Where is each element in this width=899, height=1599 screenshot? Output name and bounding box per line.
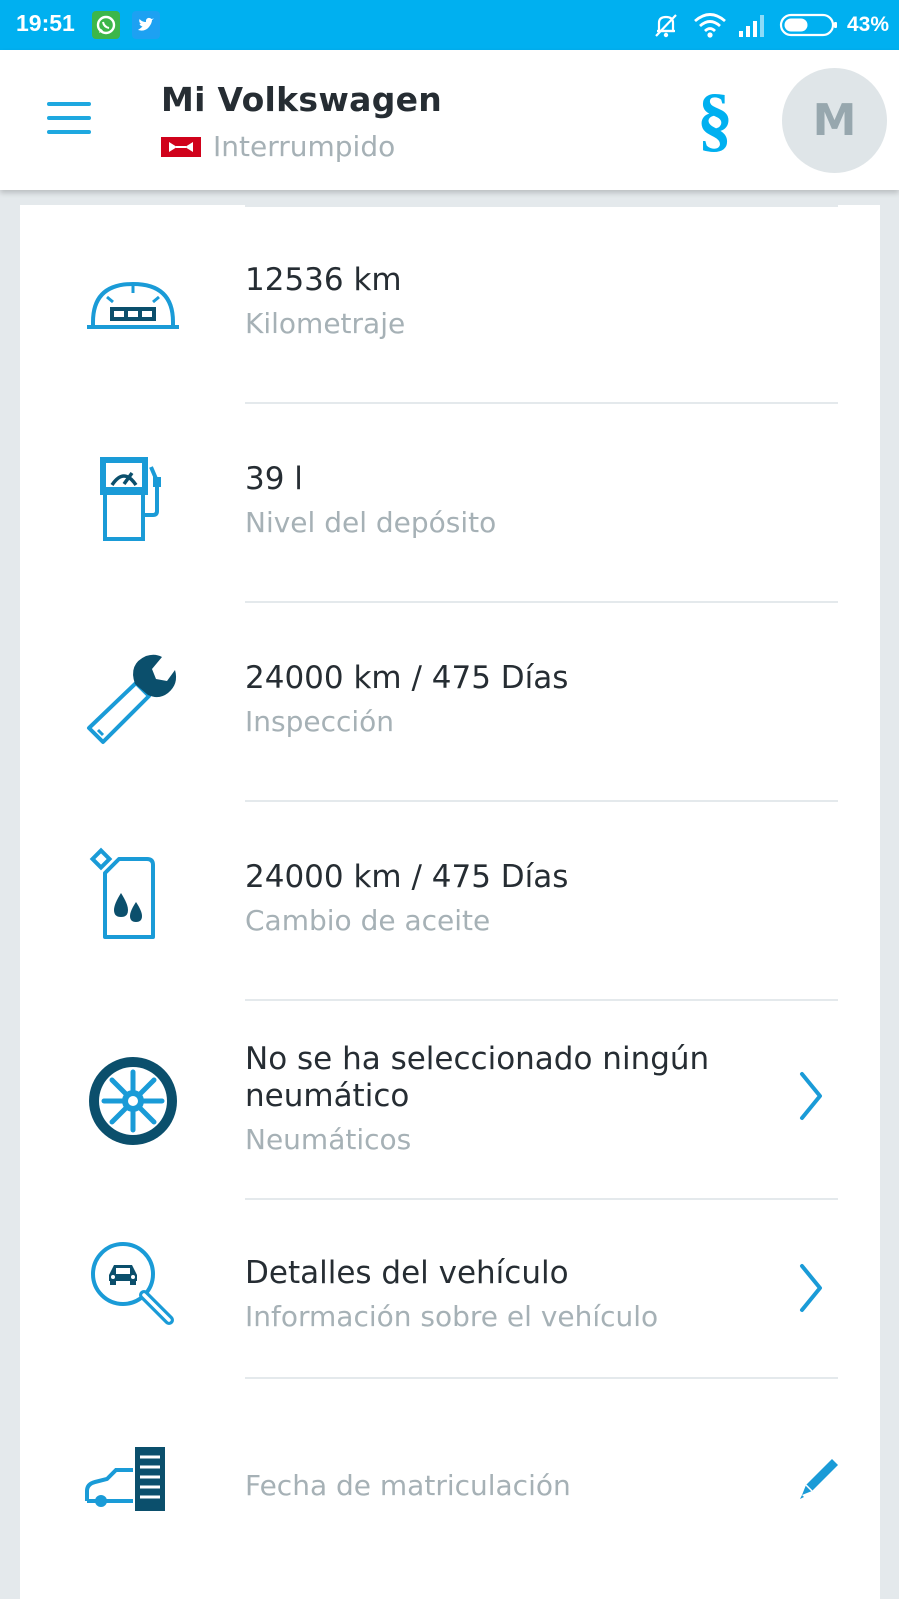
battery-icon (779, 13, 837, 37)
divider (245, 1377, 838, 1379)
list-item-text: Fecha de matriculación (245, 1461, 765, 1506)
vehicle-details-label: Información sobre el vehículo (245, 1300, 659, 1333)
connection-status: Interrumpido (161, 130, 395, 163)
battery-percent: 43% (846, 13, 889, 36)
menu-button[interactable] (44, 102, 94, 138)
list-item-text: 24000 km / 475 Días Cambio de aceite (245, 859, 765, 941)
legal-button[interactable]: § (690, 74, 740, 164)
whatsapp-icon (92, 11, 120, 39)
oil-change-label: Cambio de aceite (245, 904, 491, 937)
odometer-icon (83, 260, 183, 360)
list-item-vehicle-details[interactable]: Detalles del vehículo Información sobre … (20, 1200, 880, 1399)
inspection-label: Inspección (245, 705, 395, 738)
vehicle-status-card: 12536 km Kilometraje 39 l Nivel del depó… (20, 205, 880, 1599)
vehicle-details-value: Detalles del vehículo (245, 1255, 569, 1291)
twitter-icon (132, 11, 160, 39)
registration-icon (83, 1427, 183, 1527)
chevron-right-icon[interactable] (790, 1066, 830, 1126)
app-bar: Mi Volkswagen Interrumpido § M (0, 50, 899, 190)
list-item-text: No se ha seleccionado ningún neumático N… (245, 1041, 765, 1160)
vehicle-search-icon (83, 1234, 183, 1334)
list-item-text: 39 l Nivel del depósito (245, 461, 765, 543)
status-bar: 19:51 43% (0, 0, 899, 50)
hamburger-icon-line (47, 130, 91, 134)
list-item-oil-change: 24000 km / 475 Días Cambio de aceite (20, 802, 880, 1001)
fuel-pump-icon (83, 449, 183, 549)
mileage-label: Kilometraje (245, 307, 406, 340)
inspection-value: 24000 km / 475 Días (245, 660, 569, 696)
list-item-registration-date[interactable]: Fecha de matriculación (20, 1399, 880, 1598)
list-item-text: 12536 km Kilometraje (245, 262, 765, 344)
list-item-tires[interactable]: No se ha seleccionado ningún neumático N… (20, 1001, 880, 1200)
list-item-fuel-level: 39 l Nivel del depósito (20, 404, 880, 603)
hamburger-icon-line (47, 102, 91, 106)
interrupted-flag-icon (161, 136, 201, 157)
wifi-icon (694, 13, 726, 38)
hamburger-icon-line (47, 116, 91, 120)
oil-can-icon (83, 847, 183, 947)
connection-status-text: Interrumpido (213, 130, 396, 163)
avatar[interactable]: M (782, 68, 887, 173)
registration-date-label: Fecha de matriculación (245, 1469, 571, 1502)
signal-icon (738, 15, 764, 37)
status-time: 19:51 (16, 10, 75, 36)
list-item-text: 24000 km / 475 Días Inspección (245, 660, 765, 742)
tires-label: Neumáticos (245, 1123, 412, 1156)
list-item-mileage: 12536 km Kilometraje (20, 205, 880, 404)
oil-change-value: 24000 km / 475 Días (245, 859, 569, 895)
pencil-icon[interactable] (792, 1447, 842, 1507)
alarm-off-icon (655, 14, 677, 38)
tire-icon (83, 1051, 183, 1151)
mileage-value: 12536 km (245, 262, 402, 298)
wrench-icon (83, 650, 183, 750)
chevron-right-icon[interactable] (790, 1258, 830, 1318)
list-item-text: Detalles del vehículo Información sobre … (245, 1255, 765, 1337)
list-item-inspection: 24000 km / 475 Días Inspección (20, 603, 880, 802)
tires-value: No se ha seleccionado ningún neumático (245, 1041, 710, 1114)
fuel-level-label: Nivel del depósito (245, 506, 497, 539)
status-icons: 43% (651, 8, 889, 42)
app-title: Mi Volkswagen (161, 80, 443, 119)
fuel-level-value: 39 l (245, 461, 303, 497)
